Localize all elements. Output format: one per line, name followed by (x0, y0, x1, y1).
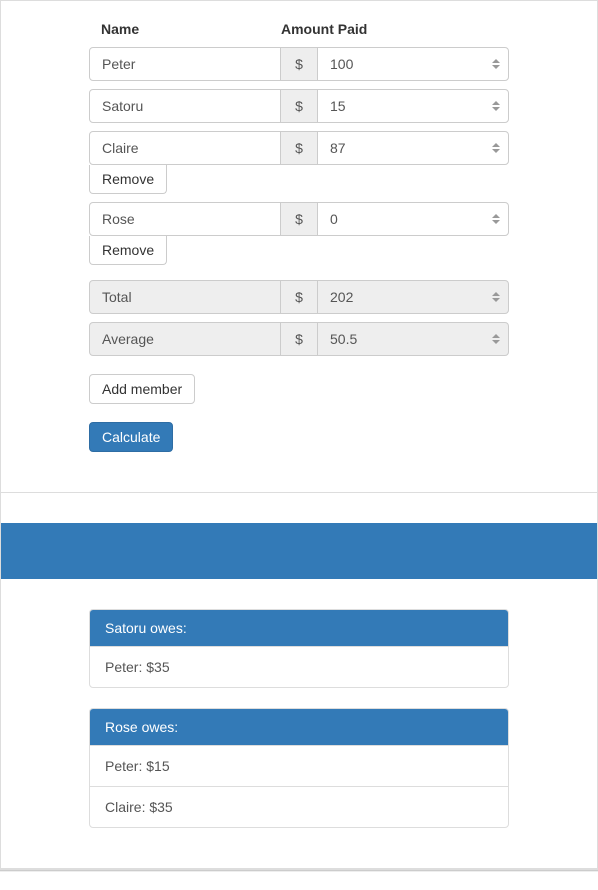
total-value (317, 280, 509, 314)
header-name: Name (89, 21, 281, 37)
amount-input[interactable] (317, 89, 509, 123)
amount-input[interactable] (317, 47, 509, 81)
add-member-button[interactable]: Add member (89, 374, 195, 404)
stepper-icon[interactable] (489, 97, 503, 115)
average-label (89, 322, 281, 356)
name-input[interactable] (89, 131, 281, 165)
currency-symbol: $ (281, 322, 317, 356)
average-value (317, 322, 509, 356)
remove-button[interactable]: Remove (89, 165, 167, 194)
owes-panel: Satoru owes:Peter: $35 (89, 609, 509, 688)
currency-symbol: $ (281, 47, 317, 81)
amount-input[interactable] (317, 202, 509, 236)
header-row: Name Amount Paid (89, 21, 509, 37)
currency-symbol: $ (281, 280, 317, 314)
average-row: $ (89, 322, 509, 356)
stepper-icon[interactable] (489, 139, 503, 157)
owes-panel: Rose owes:Peter: $15Claire: $35 (89, 708, 509, 828)
owes-item: Peter: $15 (90, 745, 508, 786)
currency-symbol: $ (281, 202, 317, 236)
divider (1, 492, 597, 493)
header-amount: Amount Paid (281, 21, 367, 37)
currency-symbol: $ (281, 131, 317, 165)
stepper-icon[interactable] (489, 55, 503, 73)
app-container: Name Amount Paid $ $ $ Remove $ Remove $ (0, 0, 598, 870)
name-input[interactable] (89, 202, 281, 236)
total-row: $ (89, 280, 509, 314)
footer-line (0, 870, 598, 872)
owes-item: Claire: $35 (90, 786, 508, 827)
owes-item: Peter: $35 (90, 646, 508, 687)
name-input[interactable] (89, 89, 281, 123)
entry-block: $ Remove (89, 202, 509, 265)
results-header-bar (1, 523, 597, 579)
entry-block: $ Remove (89, 131, 509, 194)
stepper-icon[interactable] (489, 210, 503, 228)
name-input[interactable] (89, 47, 281, 81)
entry-block: $ (89, 47, 509, 81)
calculate-button[interactable]: Calculate (89, 422, 173, 452)
amount-input[interactable] (317, 131, 509, 165)
stepper-icon (489, 288, 503, 306)
currency-symbol: $ (281, 89, 317, 123)
owes-panel-heading: Satoru owes: (90, 610, 508, 646)
owes-panel-heading: Rose owes: (90, 709, 508, 745)
remove-button[interactable]: Remove (89, 236, 167, 265)
results-section: Satoru owes:Peter: $35Rose owes:Peter: $… (1, 579, 597, 869)
main-section: Name Amount Paid $ $ $ Remove $ Remove $ (1, 1, 597, 482)
stepper-icon (489, 330, 503, 348)
entry-block: $ (89, 89, 509, 123)
total-label (89, 280, 281, 314)
